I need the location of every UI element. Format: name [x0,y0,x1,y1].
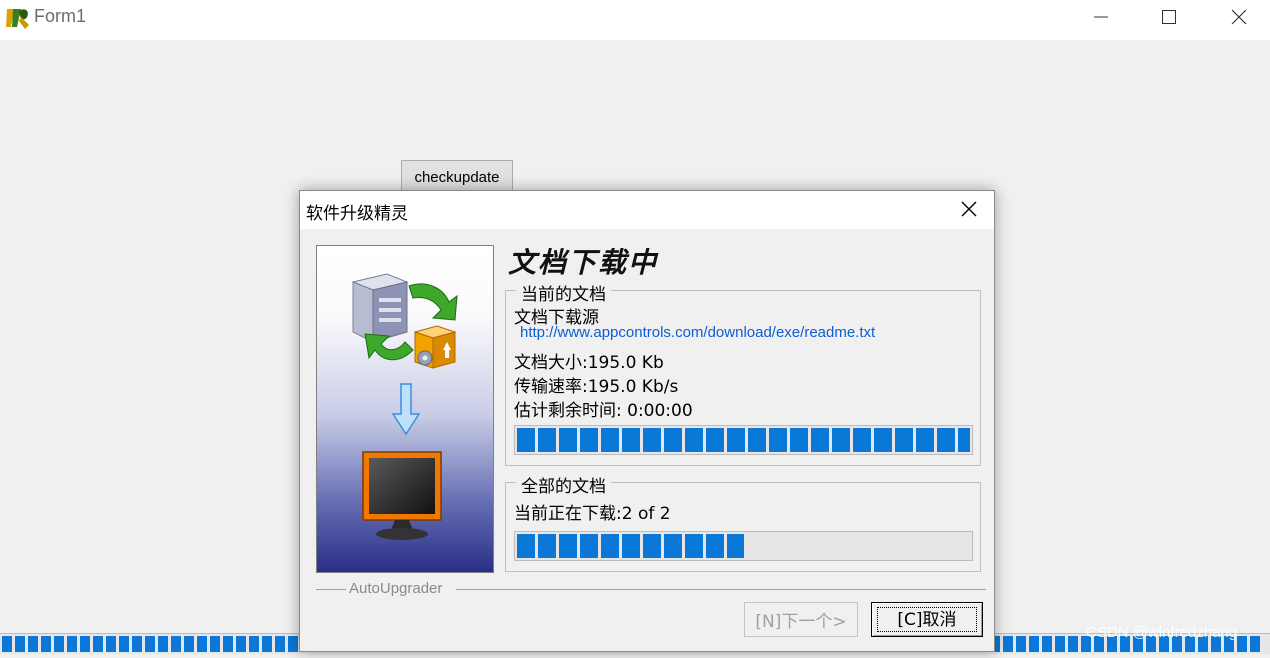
dialog-title: 软件升级精灵 [306,204,408,224]
download-status-text: 当前正在下载:2 of 2 [514,504,671,524]
wizard-side-image [316,245,494,573]
progress-segment [28,636,38,652]
close-icon [1231,9,1247,25]
group-legend: 当前的文档 [516,280,611,305]
footer-brand-label: AutoUpgrader [349,580,443,597]
form-titlebar: Form1 [0,0,1270,40]
progress-segment [93,636,103,652]
all-files-group: 全部的文档 当前正在下载:2 of 2 [505,472,981,572]
progress-segment [1068,636,1078,652]
progress-segment [171,636,181,652]
current-file-group: 当前的文档 文档下载源 http://www.appcontrols.com/d… [505,280,981,466]
progress-segment [41,636,51,652]
progress-segment [197,636,207,652]
footer-divider [316,589,346,590]
dialog-titlebar: 软件升级精灵 [300,191,994,229]
progress-segment [236,636,246,652]
maximize-icon [1162,10,1176,24]
server-icon [351,273,409,343]
minimize-button[interactable] [1078,4,1124,30]
checkupdate-button[interactable]: checkupdate [401,160,513,194]
progress-segment [184,636,194,652]
source-url-link[interactable]: http://www.appcontrols.com/download/exe/… [520,324,875,341]
progress-segment [249,636,259,652]
minimize-icon [1094,16,1108,18]
progress-segment [1042,636,1052,652]
progress-fill [517,534,744,558]
file-size-text: 文档大小:195.0 Kb [514,353,664,373]
progress-segment [145,636,155,652]
app-icon [6,9,29,29]
progress-segment [106,636,116,652]
window-title: Form1 [34,6,87,26]
footer-divider [456,589,986,590]
progress-segment [288,636,298,652]
maximize-button[interactable] [1145,4,1191,30]
progress-segment [275,636,285,652]
progress-segment [1029,636,1039,652]
progress-segment [262,636,272,652]
next-button[interactable]: [N]下一个> [744,602,858,637]
progress-segment [119,636,129,652]
progress-fill [517,428,970,452]
remaining-time-text: 估计剩余时间: 0:00:00 [514,401,693,421]
cancel-button[interactable]: [C]取消 [871,602,983,637]
close-icon [961,201,977,217]
progress-segment [1250,636,1260,652]
progress-segment [223,636,233,652]
package-icon [413,325,457,369]
progress-segment [132,636,142,652]
transfer-speed-text: 传输速率:195.0 Kb/s [514,377,679,397]
upgrade-dialog: 软件升级精灵 文档下载中 当前的文档 文档下载源 http://www.appc… [299,190,995,652]
current-file-progress-bar [514,425,973,455]
progress-segment [210,636,220,652]
watermark: CSDN @wlnfredzhang [1086,624,1238,641]
step-heading: 文档下载中 [508,246,659,279]
progress-segment [15,636,25,652]
progress-segment [1055,636,1065,652]
progress-segment [1016,636,1026,652]
update-illustration [351,273,458,540]
cancel-button-label: [C]取消 [877,607,977,632]
progress-segment [67,636,77,652]
dialog-close-button[interactable] [952,197,986,223]
progress-segment [1237,636,1247,652]
close-button[interactable] [1216,4,1262,30]
progress-segment [1003,636,1013,652]
monitor-icon [362,451,442,540]
progress-segment [54,636,64,652]
all-files-progress-bar [514,531,973,561]
progress-segment [158,636,168,652]
progress-segment [80,636,90,652]
group-legend: 全部的文档 [516,472,611,497]
progress-segment [2,636,12,652]
